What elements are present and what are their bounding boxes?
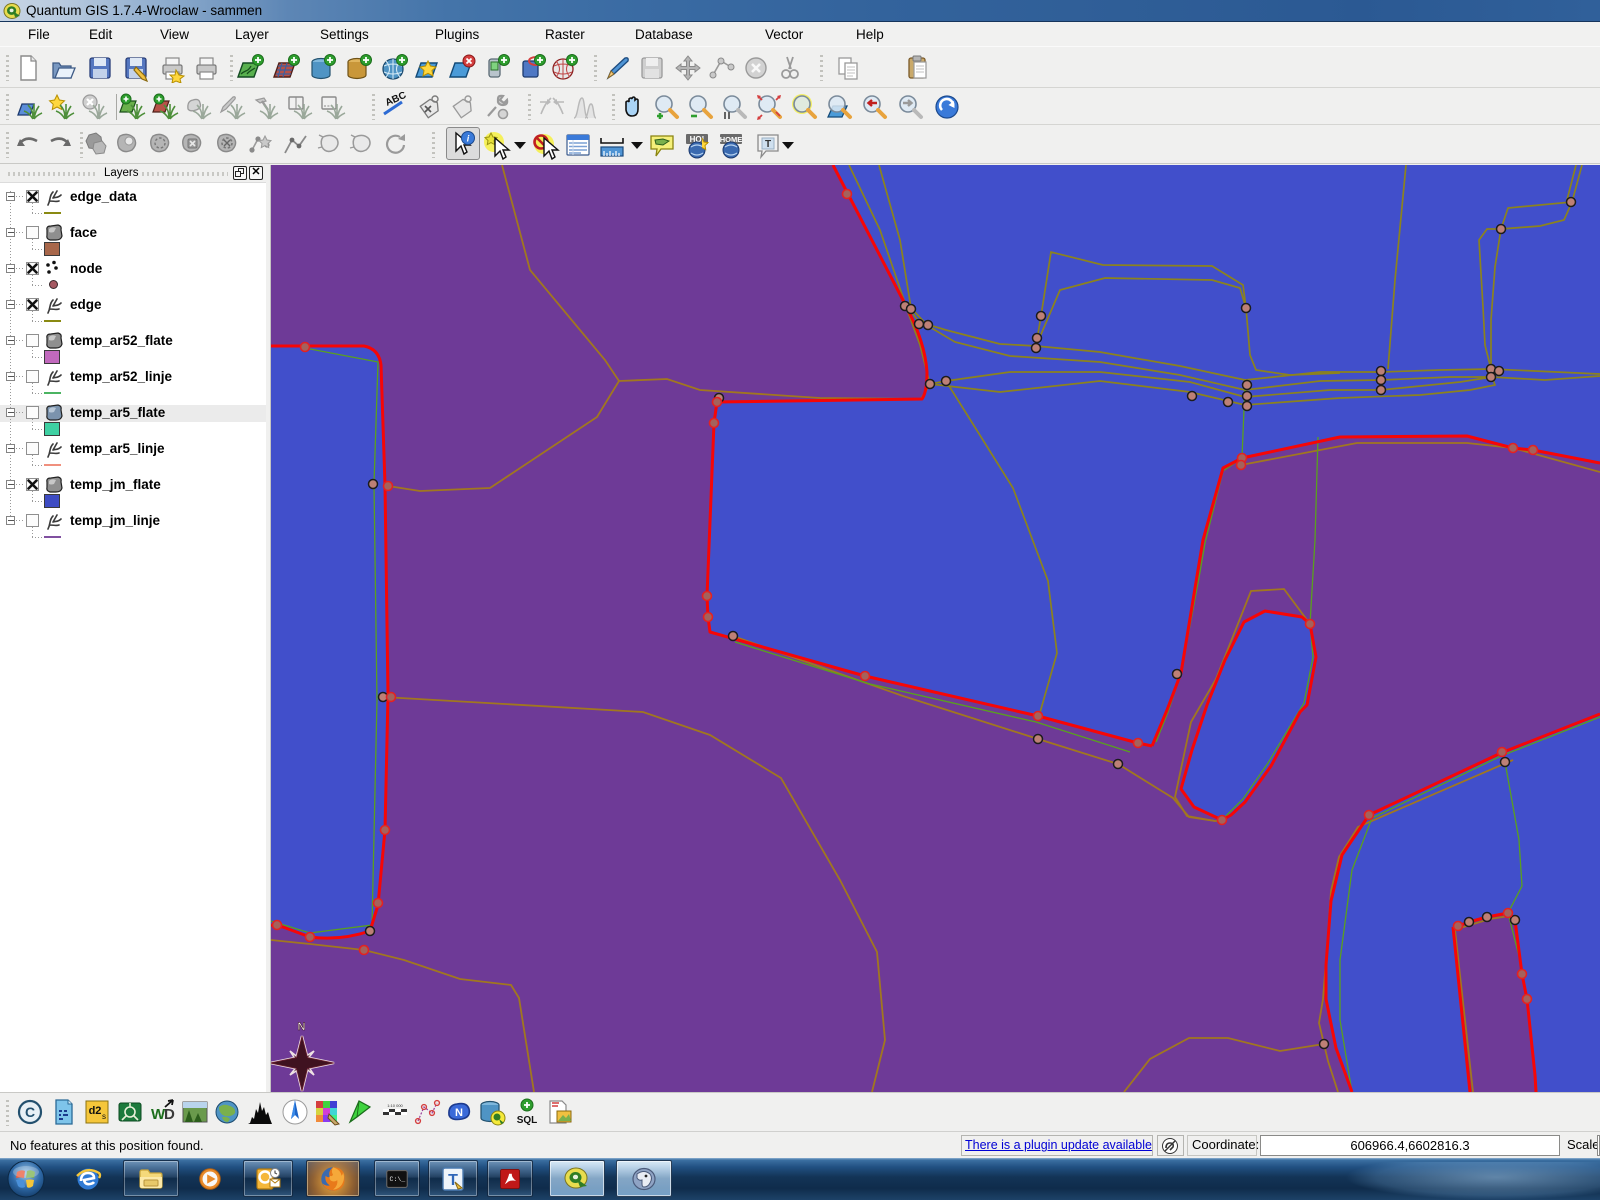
svg-text:s: s (102, 1112, 106, 1121)
svg-text:N: N (455, 1107, 463, 1119)
svg-text:C:\_: C:\_ (390, 1176, 406, 1183)
svg-text:d2: d2 (89, 1105, 102, 1117)
svg-text:T: T (765, 139, 771, 150)
svg-text:1:10 000: 1:10 000 (387, 1103, 403, 1108)
svg-text:SQL: SQL (517, 1115, 538, 1126)
svg-text:C: C (25, 1104, 35, 1120)
svg-text:D: D (164, 1106, 175, 1123)
svg-text:N: N (298, 1021, 306, 1033)
